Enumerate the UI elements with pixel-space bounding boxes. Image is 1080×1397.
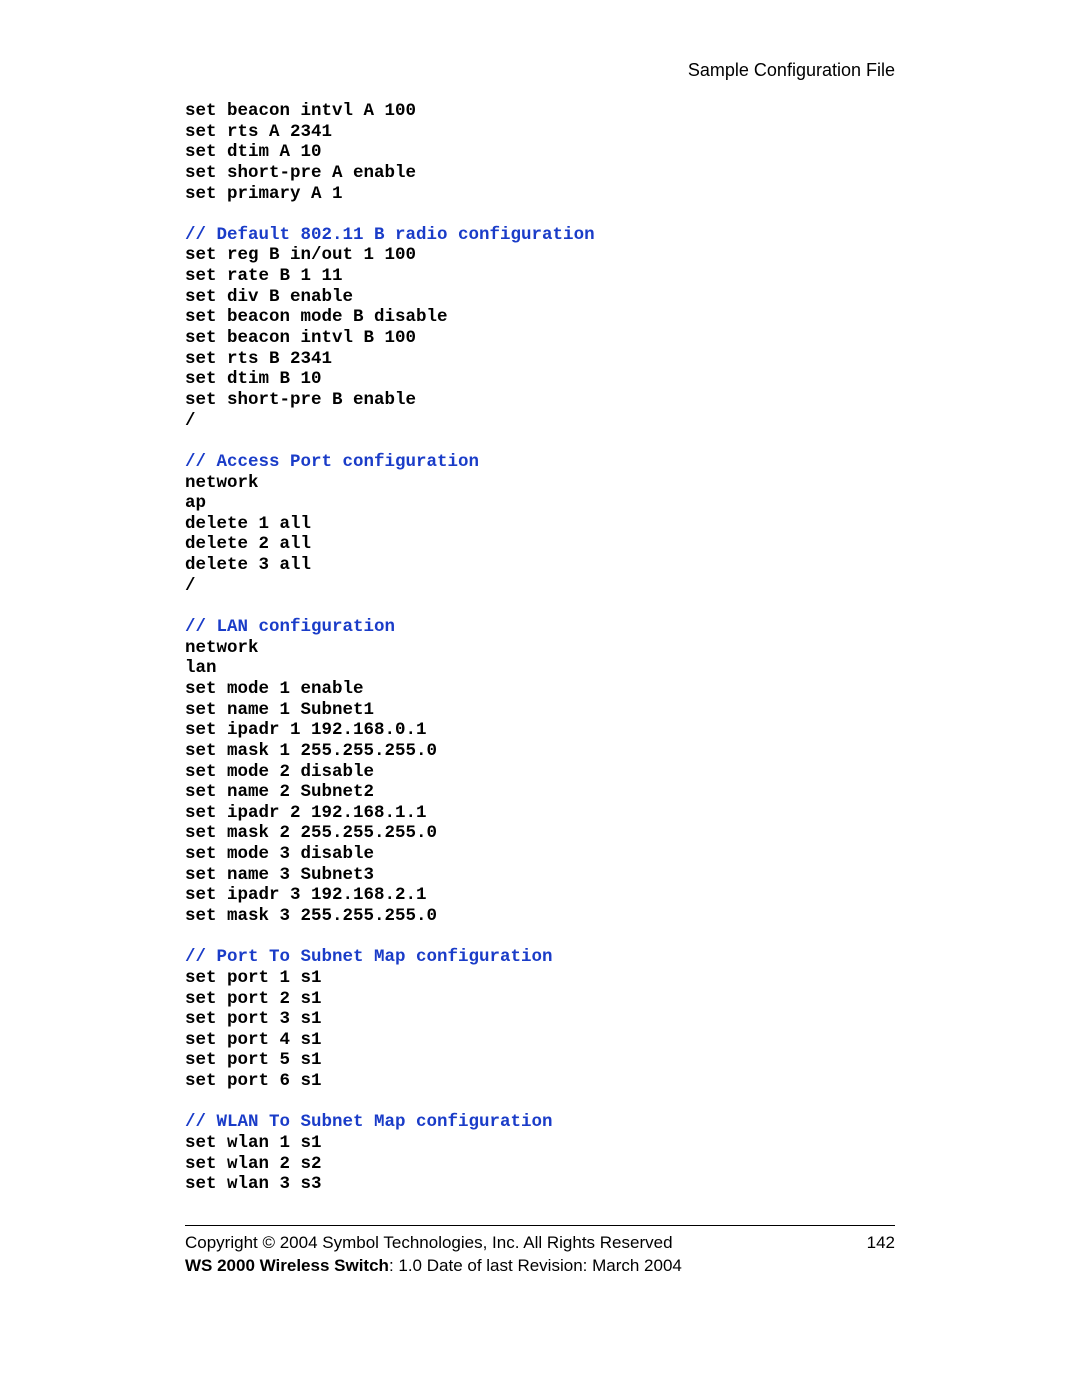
code-line: delete 2 all bbox=[185, 534, 311, 554]
code-comment: // Port To Subnet Map configuration bbox=[185, 947, 553, 967]
footer-divider bbox=[185, 1225, 895, 1226]
copyright-text: Copyright © 2004 Symbol Technologies, In… bbox=[185, 1233, 673, 1252]
code-line: set reg B in/out 1 100 bbox=[185, 245, 416, 265]
code-line: set dtim A 10 bbox=[185, 142, 322, 162]
page-footer: 142 Copyright © 2004 Symbol Technologies… bbox=[185, 1232, 895, 1278]
code-line: set wlan 2 s2 bbox=[185, 1154, 322, 1174]
code-line: set ipadr 1 192.168.0.1 bbox=[185, 720, 427, 740]
product-name: WS 2000 Wireless Switch bbox=[185, 1256, 389, 1275]
code-line: delete 1 all bbox=[185, 514, 311, 534]
code-line: / bbox=[185, 411, 196, 431]
code-line: set mask 1 255.255.255.0 bbox=[185, 741, 437, 761]
code-comment: // WLAN To Subnet Map configuration bbox=[185, 1112, 553, 1132]
code-line: set short-pre B enable bbox=[185, 390, 416, 410]
code-line: set beacon intvl A 100 bbox=[185, 101, 416, 121]
code-line: set beacon mode B disable bbox=[185, 307, 448, 327]
code-line: set short-pre A enable bbox=[185, 163, 416, 183]
code-line: set mask 2 255.255.255.0 bbox=[185, 823, 437, 843]
code-comment: // Access Port configuration bbox=[185, 452, 479, 472]
code-line: set rts B 2341 bbox=[185, 349, 332, 369]
code-line: set name 2 Subnet2 bbox=[185, 782, 374, 802]
code-line: set mode 1 enable bbox=[185, 679, 364, 699]
code-line: set port 5 s1 bbox=[185, 1050, 322, 1070]
code-line: set div B enable bbox=[185, 287, 353, 307]
code-line: network bbox=[185, 638, 259, 658]
code-line: set port 3 s1 bbox=[185, 1009, 322, 1029]
document-page: Sample Configuration File set beacon int… bbox=[0, 0, 1080, 1318]
code-line: set port 6 s1 bbox=[185, 1071, 322, 1091]
revision-text: : 1.0 Date of last Revision: March 2004 bbox=[389, 1256, 682, 1275]
code-line: ap bbox=[185, 493, 206, 513]
code-line: set dtim B 10 bbox=[185, 369, 322, 389]
code-line: set rate B 1 11 bbox=[185, 266, 343, 286]
code-line: set mask 3 255.255.255.0 bbox=[185, 906, 437, 926]
code-comment: // Default 802.11 B radio configuration bbox=[185, 225, 595, 245]
code-line: set port 2 s1 bbox=[185, 989, 322, 1009]
code-line: set name 1 Subnet1 bbox=[185, 700, 374, 720]
code-line: set beacon intvl B 100 bbox=[185, 328, 416, 348]
code-line: set wlan 3 s3 bbox=[185, 1174, 322, 1194]
code-comment: // LAN configuration bbox=[185, 617, 395, 637]
header-title: Sample Configuration File bbox=[688, 60, 895, 80]
code-line: set ipadr 3 192.168.2.1 bbox=[185, 885, 427, 905]
page-header: Sample Configuration File bbox=[185, 60, 895, 81]
code-line: set mode 3 disable bbox=[185, 844, 374, 864]
code-line: / bbox=[185, 576, 196, 596]
code-line: set primary A 1 bbox=[185, 184, 343, 204]
code-line: lan bbox=[185, 658, 217, 678]
code-line: set rts A 2341 bbox=[185, 122, 332, 142]
code-line: set wlan 1 s1 bbox=[185, 1133, 322, 1153]
page-number: 142 bbox=[867, 1232, 895, 1255]
config-code-block: set beacon intvl A 100 set rts A 2341 se… bbox=[185, 101, 895, 1195]
code-line: network bbox=[185, 473, 259, 493]
code-line: delete 3 all bbox=[185, 555, 311, 575]
code-line: set ipadr 2 192.168.1.1 bbox=[185, 803, 427, 823]
code-line: set name 3 Subnet3 bbox=[185, 865, 374, 885]
code-line: set port 1 s1 bbox=[185, 968, 322, 988]
code-line: set mode 2 disable bbox=[185, 762, 374, 782]
code-line: set port 4 s1 bbox=[185, 1030, 322, 1050]
